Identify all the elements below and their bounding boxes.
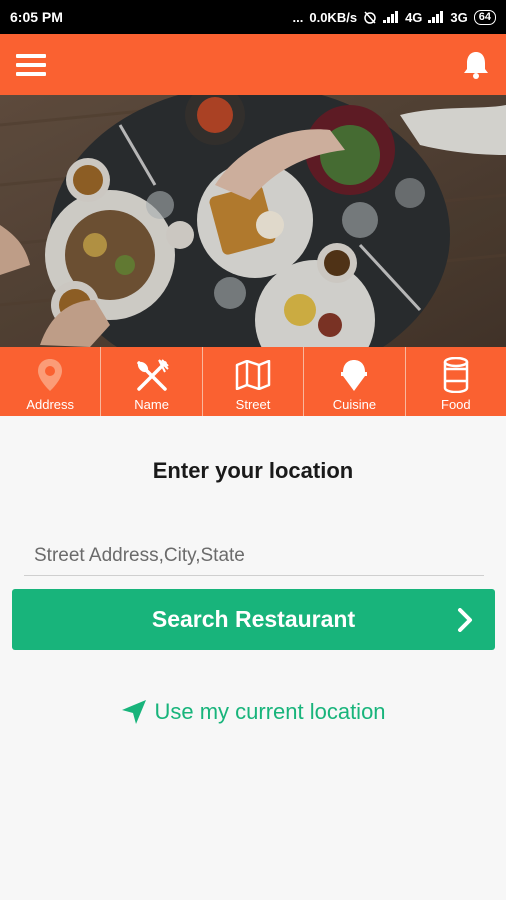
category-street[interactable]: Street: [203, 347, 305, 416]
network-speed: 0.0KB/s: [309, 9, 358, 25]
hamburger-menu-icon[interactable]: [15, 49, 47, 81]
category-label: Cuisine: [332, 397, 377, 412]
navigation-arrow-icon: [122, 700, 147, 724]
category-label: Address: [26, 397, 75, 412]
category-label: Name: [134, 397, 169, 412]
alarm-off-icon: [364, 11, 376, 24]
network-type-2: 3G: [450, 9, 468, 25]
network-type-1: 4G: [405, 9, 423, 25]
ice-cream-icon: [340, 356, 368, 394]
category-food[interactable]: Food: [406, 347, 506, 416]
signal-icon: [428, 11, 444, 23]
fork-spoon-icon: [135, 356, 169, 394]
address-input[interactable]: [24, 536, 484, 576]
category-address[interactable]: Address: [0, 347, 102, 416]
page-title: Enter your location: [152, 458, 354, 483]
chevron-right-icon: [458, 608, 472, 632]
status-bar: 6:05 PM ... 0.0KB/s 4G 3G 64: [0, 0, 506, 34]
search-button-label: Search Restaurant: [151, 606, 356, 632]
status-dots: ...: [292, 9, 304, 25]
can-icon: [443, 356, 469, 394]
status-indicators: ... 0.0KB/s 4G 3G 64: [292, 9, 496, 25]
hero-food-image: [0, 95, 506, 347]
category-bar: Address Name Street Cuisine Food: [0, 347, 506, 416]
battery-indicator: 64: [473, 9, 496, 25]
category-label: Food: [441, 397, 471, 412]
category-label: Street: [235, 397, 271, 412]
status-time: 6:05 PM: [10, 9, 63, 25]
map-icon: [235, 356, 271, 394]
search-restaurant-button[interactable]: Search Restaurant: [12, 589, 495, 650]
use-current-location-link[interactable]: Use my current location: [0, 698, 506, 726]
signal-icon: [383, 11, 399, 23]
location-pin-icon: [37, 356, 63, 394]
notification-bell-icon[interactable]: [460, 49, 492, 81]
app-bar: [0, 34, 506, 95]
restaurant-table-photo: [0, 95, 506, 347]
category-name[interactable]: Name: [101, 347, 203, 416]
current-location-label: Use my current location: [154, 699, 386, 724]
category-cuisine[interactable]: Cuisine: [304, 347, 406, 416]
